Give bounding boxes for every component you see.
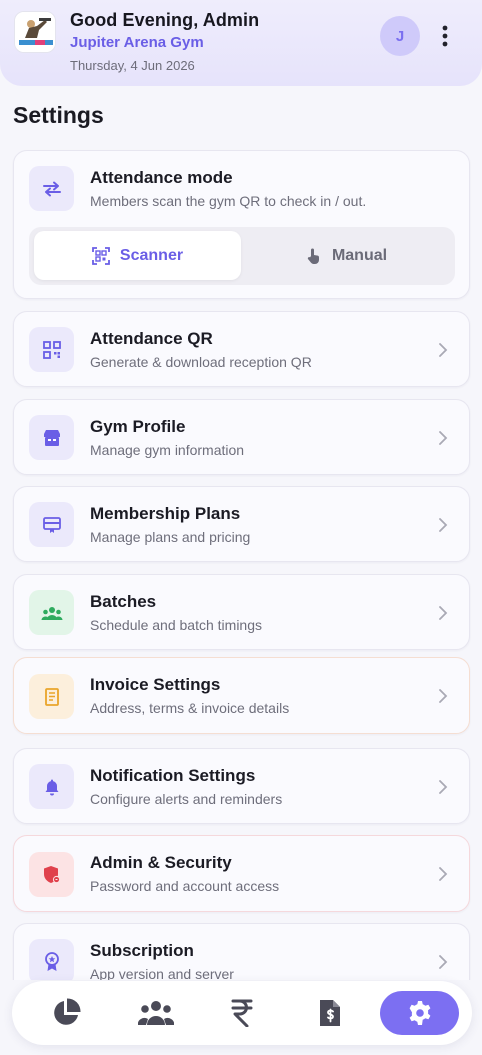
- attendance-mode-subtitle: Members scan the gym QR to check in / ou…: [90, 193, 367, 209]
- item-subtitle: Manage plans and pricing: [90, 529, 251, 545]
- more-options-button[interactable]: [432, 20, 458, 52]
- settings-item-attendance-qr[interactable]: Attendance QR Generate & download recept…: [13, 311, 470, 387]
- settings-item-subscription[interactable]: Subscription App version and server: [13, 923, 470, 980]
- scanner-label: Scanner: [119, 246, 184, 264]
- settings-gear-icon: [409, 1001, 430, 1025]
- settings-list[interactable]: Attendance mode Members scan the gym QR …: [0, 140, 482, 980]
- item-title: Batches: [90, 592, 157, 611]
- current-date: Thursday, 4 Jun 2026: [70, 58, 195, 73]
- nav-invoices[interactable]: [302, 991, 358, 1035]
- item-subtitle: Address, terms & invoice details: [90, 700, 290, 716]
- item-subtitle: Manage gym information: [90, 442, 245, 458]
- swap-arrows-icon: [29, 166, 74, 211]
- qr-code-icon: [29, 327, 74, 372]
- item-title: Gym Profile: [90, 417, 186, 436]
- chevron-right-icon: [439, 955, 448, 969]
- chevron-right-icon: [439, 518, 448, 532]
- membership-card-icon: [29, 502, 74, 547]
- rupee-icon: [231, 999, 253, 1027]
- settings-item-notification-settings[interactable]: Notification Settings Configure alerts a…: [13, 748, 470, 824]
- chevron-right-icon: [439, 343, 448, 357]
- item-title: Admin & Security: [90, 853, 232, 872]
- item-subtitle: Generate & download reception QR: [90, 354, 312, 370]
- chevron-right-icon: [439, 780, 448, 794]
- nav-members[interactable]: [128, 991, 184, 1035]
- settings-item-gym-profile[interactable]: Gym Profile Manage gym information: [13, 399, 470, 475]
- item-subtitle: Schedule and batch timings: [90, 617, 262, 633]
- attendance-mode-title: Attendance mode: [90, 168, 233, 187]
- item-subtitle: Configure alerts and reminders: [90, 791, 283, 807]
- attendance-mode-toggle: Scanner Manual: [29, 227, 455, 285]
- group-icon: [29, 590, 74, 635]
- more-vertical-icon: [442, 25, 448, 47]
- tap-hand-icon: [307, 248, 319, 264]
- avatar-initial: J: [395, 27, 405, 45]
- item-title: Notification Settings: [90, 766, 256, 785]
- chevron-right-icon: [439, 606, 448, 620]
- invoice-dollar-icon: [320, 1000, 340, 1026]
- award-icon: [29, 939, 74, 980]
- greeting-text: Good Evening, Admin: [70, 10, 260, 30]
- item-subtitle: Password and account access: [90, 878, 280, 894]
- settings-item-membership-plans[interactable]: Membership Plans Manage plans and pricin…: [13, 486, 470, 562]
- user-avatar[interactable]: J: [380, 16, 420, 56]
- page-title: Settings: [13, 102, 104, 128]
- item-title: Membership Plans: [90, 504, 241, 523]
- item-title: Attendance QR: [90, 329, 213, 348]
- chevron-right-icon: [439, 867, 448, 881]
- gym-name: Jupiter Arena Gym: [70, 34, 204, 51]
- settings-item-admin-security[interactable]: Admin & Security Password and account ac…: [13, 835, 470, 912]
- attendance-mode-card: Attendance mode Members scan the gym QR …: [13, 150, 470, 299]
- nav-payments[interactable]: [214, 991, 270, 1035]
- settings-item-invoice-settings[interactable]: Invoice Settings Address, terms & invoic…: [13, 657, 470, 734]
- dashboard-pie-icon: [54, 998, 81, 1025]
- members-icon: [138, 1001, 174, 1025]
- chevron-right-icon: [439, 689, 448, 703]
- item-subtitle: App version and server: [90, 966, 234, 980]
- manual-mode-button[interactable]: Manual: [243, 231, 450, 280]
- nav-settings[interactable]: [380, 991, 459, 1035]
- scanner-icon: [92, 246, 110, 265]
- gym-logo: [14, 11, 56, 53]
- app-header: Good Evening, Admin Jupiter Arena Gym Th…: [0, 0, 482, 86]
- bottom-navigation: [12, 981, 472, 1045]
- bell-icon: [29, 764, 74, 809]
- shield-icon: [29, 852, 74, 897]
- manual-label: Manual: [331, 246, 388, 264]
- invoice-icon: [29, 674, 74, 719]
- settings-item-batches[interactable]: Batches Schedule and batch timings: [13, 574, 470, 650]
- item-title: Invoice Settings: [90, 675, 221, 694]
- scanner-mode-button[interactable]: Scanner: [34, 231, 241, 280]
- nav-dashboard[interactable]: [38, 991, 94, 1035]
- storefront-icon: [29, 415, 74, 460]
- chevron-right-icon: [439, 431, 448, 445]
- item-title: Subscription: [90, 941, 194, 960]
